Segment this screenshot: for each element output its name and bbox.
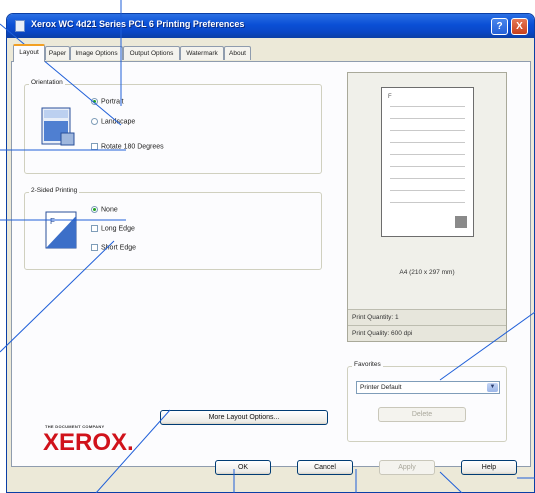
rotate-checkbox[interactable] <box>91 143 98 150</box>
tab-about[interactable]: About <box>224 46 251 60</box>
portrait-label: Portrait <box>101 98 124 106</box>
printer-icon <box>15 20 25 32</box>
tab-layout[interactable]: Layout <box>13 44 45 62</box>
preview-line <box>390 166 465 167</box>
print-preview: F A4 (210 x 297 mm) Print Quantity: 1 Pr… <box>347 72 507 342</box>
orientation-group: Orientation Portrait Landscape Rotate 18… <box>24 79 322 174</box>
title-close-button[interactable]: X <box>511 18 528 35</box>
orientation-portrait-option[interactable]: Portrait <box>91 98 124 105</box>
long-edge-box[interactable] <box>91 225 98 232</box>
tab-paper[interactable]: Paper <box>45 46 70 60</box>
xerox-logo: XEROX. <box>43 429 134 456</box>
printing-preferences-window: Xerox WC 4d21 Series PCL 6 Printing Pref… <box>6 13 535 493</box>
short-edge-box[interactable] <box>91 244 98 251</box>
orientation-landscape-option[interactable]: Landscape <box>91 118 135 125</box>
print-quality-text: Print Quality: 600 dpi <box>348 325 506 341</box>
tab-image-options[interactable]: Image Options <box>70 46 123 60</box>
duplex-none-radio[interactable] <box>91 206 98 213</box>
preview-page-glyph: F <box>388 94 392 100</box>
portrait-radio[interactable] <box>91 98 98 105</box>
tab-output-options[interactable]: Output Options <box>123 46 180 60</box>
preview-line <box>390 154 465 155</box>
preview-page: F <box>381 87 474 237</box>
duplex-short-edge-option[interactable]: Short Edge <box>91 244 136 251</box>
rotate-label: Rotate 180 Degrees <box>101 143 164 151</box>
svg-text:F: F <box>50 217 55 226</box>
favorites-select[interactable]: Printer Default ▼ <box>356 381 500 394</box>
landscape-radio[interactable] <box>91 118 98 125</box>
long-edge-label: Long Edge <box>101 225 135 233</box>
favorites-legend: Favorites <box>352 361 383 368</box>
favorites-delete-button[interactable]: Delete <box>378 407 466 422</box>
title-help-button[interactable]: ? <box>491 18 508 35</box>
two-sided-group: 2-Sided Printing F None Long Edge Short … <box>24 187 322 270</box>
duplex-none-option[interactable]: None <box>91 206 118 213</box>
cancel-button[interactable]: Cancel <box>297 460 353 475</box>
preview-line <box>390 142 465 143</box>
preview-line <box>390 178 465 179</box>
duplex-none-label: None <box>101 206 118 214</box>
apply-button[interactable]: Apply <box>379 460 435 475</box>
favorites-selected-value: Printer Default <box>360 384 402 391</box>
print-quantity-text: Print Quantity: 1 <box>348 309 506 325</box>
preview-line <box>390 130 465 131</box>
short-edge-label: Short Edge <box>101 244 137 252</box>
title-bar[interactable]: Xerox WC 4d21 Series PCL 6 Printing Pref… <box>7 14 534 38</box>
preview-line <box>390 118 465 119</box>
preview-line <box>390 190 465 191</box>
duplex-page-icon: F <box>45 211 77 249</box>
two-sided-legend: 2-Sided Printing <box>29 187 80 194</box>
landscape-label: Landscape <box>101 118 136 126</box>
help-button[interactable]: Help <box>461 460 517 475</box>
rotate-180-option[interactable]: Rotate 180 Degrees <box>91 143 164 150</box>
paper-size-text: A4 (210 x 297 mm) <box>399 269 455 276</box>
chevron-down-icon[interactable]: ▼ <box>487 383 498 392</box>
favorites-group: Favorites Printer Default ▼ Delete <box>347 361 507 442</box>
window-title: Xerox WC 4d21 Series PCL 6 Printing Pref… <box>31 19 245 29</box>
duplex-long-edge-option[interactable]: Long Edge <box>91 225 135 232</box>
orientation-legend: Orientation <box>29 79 65 86</box>
preview-line <box>390 202 465 203</box>
preview-line <box>390 106 465 107</box>
preview-thumbnail <box>455 216 467 228</box>
layout-panel: Orientation Portrait Landscape Rotate 18… <box>11 61 531 467</box>
ok-button[interactable]: OK <box>215 460 271 475</box>
more-layout-options-button[interactable]: More Layout Options... <box>160 410 328 425</box>
tab-watermark[interactable]: Watermark <box>180 46 224 60</box>
portrait-page-icon <box>41 107 75 146</box>
